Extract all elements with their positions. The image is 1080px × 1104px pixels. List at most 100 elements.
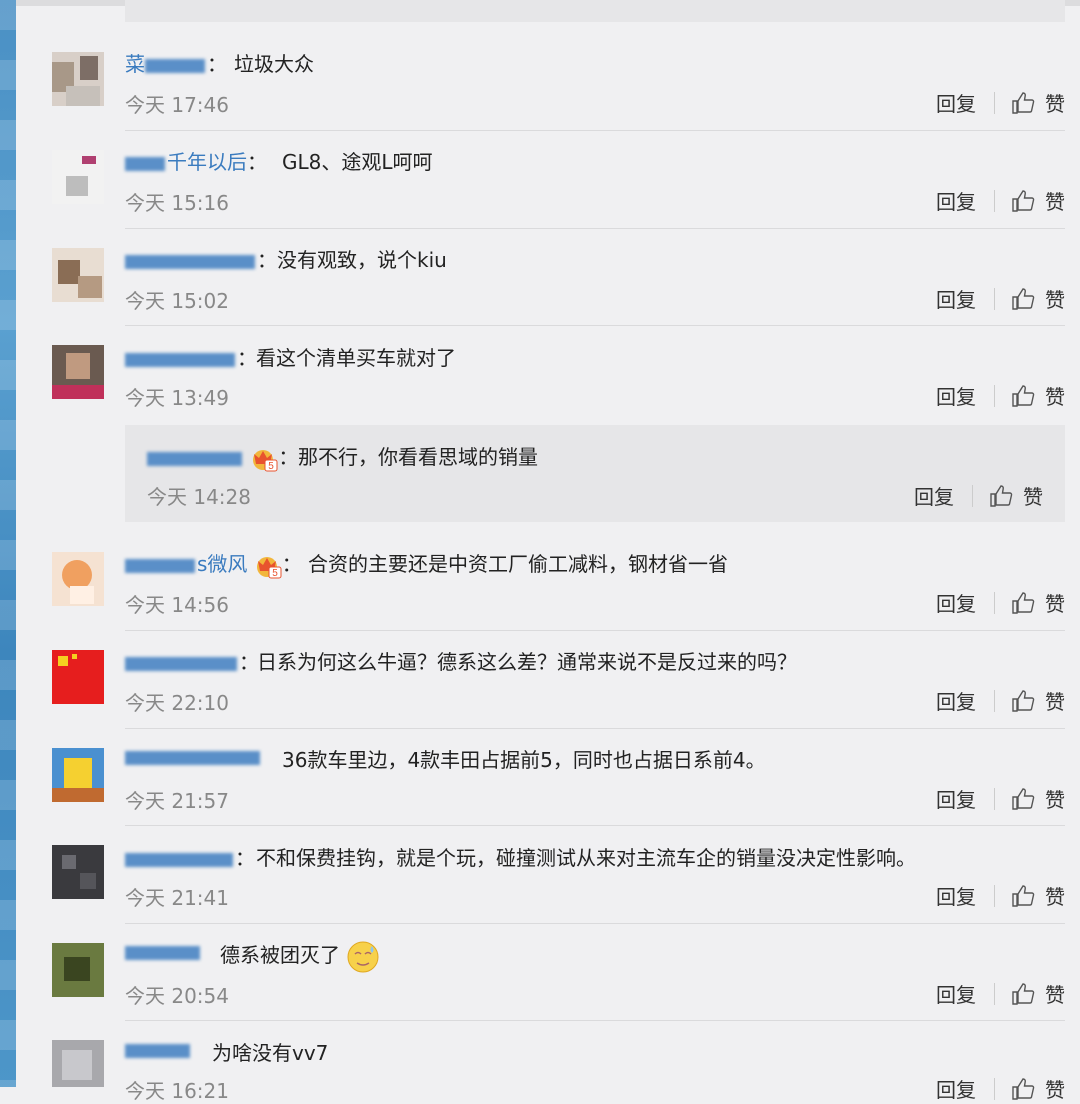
comment-username[interactable]: ： (125, 842, 255, 871)
divider (994, 287, 995, 310)
separator (125, 825, 1065, 826)
thumbs-up-icon[interactable] (1011, 982, 1035, 1006)
thumbs-up-icon[interactable] (1011, 591, 1035, 615)
reply-button[interactable]: 回复 (936, 88, 976, 117)
comment-text: 36款车里边，4款丰田占据前5，同时也占据日系前4。 (282, 748, 766, 772)
avatar[interactable] (52, 150, 104, 204)
avatar[interactable] (52, 345, 104, 399)
thumbs-up-icon[interactable] (1011, 384, 1035, 408)
like-button[interactable]: 赞 (1045, 284, 1065, 313)
comment-text: 德系被团灭了 (220, 939, 380, 974)
thumbs-up-icon[interactable] (989, 484, 1013, 508)
comment-actions: 回复 赞 (936, 979, 1065, 1008)
comment-time: 今天 20:54 (125, 984, 229, 1008)
like-button[interactable]: 赞 (1045, 784, 1065, 813)
thumbs-up-icon[interactable] (1011, 787, 1035, 811)
comment-time: 今天 15:16 (125, 191, 229, 215)
like-button[interactable]: 赞 (1045, 186, 1065, 215)
like-button[interactable]: 赞 (1045, 881, 1065, 910)
avatar[interactable] (52, 943, 104, 997)
reply-button[interactable]: 回复 (936, 784, 976, 813)
divider (994, 1077, 995, 1100)
reply-button[interactable]: 回复 (914, 481, 954, 510)
avatar[interactable] (52, 52, 104, 106)
comment-actions: 回复 赞 (936, 784, 1065, 813)
comment-username[interactable] (125, 1037, 192, 1061)
comment-actions: 回复 赞 (936, 881, 1065, 910)
like-button[interactable]: 赞 (1023, 481, 1043, 510)
comment-username[interactable]: ： (125, 342, 257, 371)
separator (125, 130, 1065, 131)
comment-time: 今天 16:21 (125, 1079, 229, 1103)
thumbs-up-icon[interactable] (1011, 1077, 1035, 1101)
thumbs-up-icon[interactable] (1011, 287, 1035, 311)
avatar[interactable] (52, 552, 104, 606)
divider (994, 689, 995, 712)
comment-actions: 回复 赞 (936, 88, 1065, 117)
reply-time: 今天 14:28 (147, 485, 251, 509)
comment-actions: 回复 赞 (936, 381, 1065, 410)
divider (994, 982, 995, 1005)
comment-username[interactable] (125, 939, 202, 963)
like-button[interactable]: 赞 (1045, 686, 1065, 715)
reply-actions: 回复 赞 (914, 481, 1043, 510)
divider (994, 591, 995, 614)
comment-time: 今天 22:10 (125, 691, 229, 715)
thumbs-up-icon[interactable] (1011, 884, 1035, 908)
reply-username[interactable]: 5 ： (147, 441, 298, 472)
comment-time: 今天 21:57 (125, 789, 229, 813)
divider (994, 384, 995, 407)
comment-actions: 回复 赞 (936, 186, 1065, 215)
separator (125, 630, 1065, 631)
comment-username[interactable]: 千年以后： (125, 146, 267, 175)
avatar[interactable] (52, 650, 104, 704)
comment-text: 合资的主要还是中资工厂偷工减料，钢材省一省 (308, 552, 728, 576)
comment-username[interactable]: ： (125, 244, 277, 273)
like-button[interactable]: 赞 (1045, 979, 1065, 1008)
comment-text: 为啥没有vv7 (212, 1041, 329, 1065)
avatar[interactable] (52, 1040, 104, 1087)
divider (994, 884, 995, 907)
divider (972, 484, 973, 507)
divider (994, 189, 995, 212)
comment-actions: 回复 赞 (936, 284, 1065, 313)
crown-badge-icon: 5 (250, 446, 278, 472)
comment-username[interactable]: ： (125, 646, 259, 675)
reply-button[interactable]: 回复 (936, 381, 976, 410)
comment-username[interactable] (125, 744, 262, 768)
comment-text: 垃圾大众 (234, 52, 314, 76)
like-button[interactable]: 赞 (1045, 88, 1065, 117)
comment-actions: 回复 赞 (936, 686, 1065, 715)
thumbs-up-icon[interactable] (1011, 91, 1035, 115)
avatar[interactable] (52, 845, 104, 899)
separator (125, 923, 1065, 924)
comment-time: 今天 15:02 (125, 289, 229, 313)
comment-username[interactable]: s微风 5 ： (125, 548, 302, 579)
background-strip (0, 0, 16, 1087)
comment-text: 日系为何这么牛逼？德系这么差？通常来说不是反过来的吗？ (257, 650, 797, 674)
comment-actions: 回复 赞 (936, 588, 1065, 617)
like-button[interactable]: 赞 (1045, 381, 1065, 410)
comment-time: 今天 14:56 (125, 593, 229, 617)
reply-button[interactable]: 回复 (936, 686, 976, 715)
avatar[interactable] (52, 748, 104, 802)
comment-username[interactable]: 菜： (125, 48, 227, 77)
reply-button[interactable]: 回复 (936, 186, 976, 215)
avatar[interactable] (52, 248, 104, 302)
thumbs-up-icon[interactable] (1011, 189, 1035, 213)
reply-button[interactable]: 回复 (936, 881, 976, 910)
reply-button[interactable]: 回复 (936, 284, 976, 313)
reply-text: 那不行，你看看思域的销量 (298, 445, 538, 469)
like-button[interactable]: 赞 (1045, 1074, 1065, 1103)
comment-time: 今天 21:41 (125, 886, 229, 910)
reply-button[interactable]: 回复 (936, 979, 976, 1008)
divider (994, 91, 995, 114)
comment-time: 今天 13:49 (125, 386, 229, 410)
thumbs-up-icon[interactable] (1011, 689, 1035, 713)
reply-button[interactable]: 回复 (936, 588, 976, 617)
crown-badge-icon: 5 (254, 553, 282, 579)
separator (125, 228, 1065, 229)
reply-button[interactable]: 回复 (936, 1074, 976, 1103)
like-button[interactable]: 赞 (1045, 588, 1065, 617)
sweat-emoji-icon (347, 941, 379, 972)
